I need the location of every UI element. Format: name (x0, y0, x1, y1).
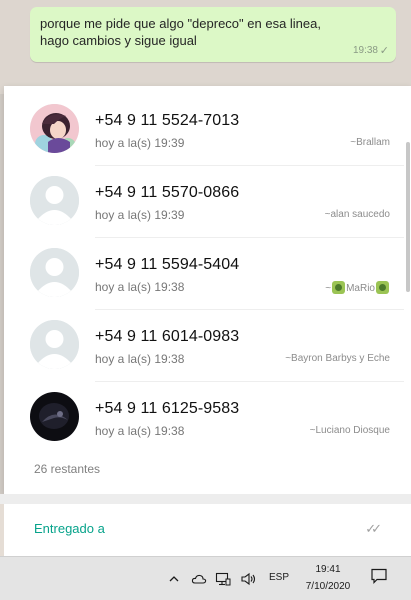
read-time: hoy a la(s) 19:39 (95, 208, 185, 222)
avatar (30, 392, 79, 441)
contact-alias: ~Bayron Barbys y Eche (285, 353, 390, 364)
double-check-icon: ✓✓ (365, 521, 382, 536)
taskbar-clock[interactable]: 19:41 7/10/2020 (300, 561, 356, 595)
volume-icon[interactable] (240, 569, 257, 589)
read-time: hoy a la(s) 19:38 (95, 424, 185, 438)
language-indicator[interactable]: ESP (269, 572, 289, 583)
remaining-count[interactable]: 26 restantes (34, 462, 100, 476)
message-text: porque me pide que algo "depreco" en esa… (40, 16, 321, 48)
scrollbar-thumb[interactable] (406, 142, 410, 292)
clover-emoji-icon (332, 281, 346, 294)
delivered-label: Entregado a (34, 521, 105, 536)
cloud-icon[interactable] (191, 569, 207, 589)
read-time: hoy a la(s) 19:38 (95, 352, 185, 366)
avatar (30, 104, 79, 153)
network-icon[interactable] (215, 569, 231, 589)
contact-alias: ~ MaRio (325, 281, 390, 294)
scrollbar[interactable] (404, 86, 411, 494)
alias-prefix: ~ (325, 283, 332, 294)
contact-alias: ~Brallam (350, 137, 390, 148)
read-time: hoy a la(s) 19:38 (95, 280, 185, 294)
default-avatar-icon (30, 320, 79, 369)
contact-row[interactable]: +54 9 11 5524-7013 hoy a la(s) 19:39 ~Br… (4, 86, 404, 166)
read-time: hoy a la(s) 19:39 (95, 136, 185, 150)
read-by-popup: +54 9 11 5524-7013 hoy a la(s) 19:39 ~Br… (4, 86, 411, 494)
message-bubble[interactable]: porque me pide que algo "depreco" en esa… (30, 7, 396, 62)
contact-phone: +54 9 11 6014-0983 (95, 328, 240, 345)
contact-phone: +54 9 11 6125-9583 (95, 400, 240, 417)
contact-alias: ~Luciano Diosque (309, 425, 390, 436)
contact-row[interactable]: +54 9 11 5570-0866 hoy a la(s) 19:39 ~al… (4, 166, 404, 238)
delivered-section[interactable]: Entregado a ✓✓ (4, 504, 411, 556)
contact-phone: +54 9 11 5524-7013 (95, 112, 240, 129)
clock-date: 7/10/2020 (305, 581, 351, 592)
default-avatar-icon (30, 176, 79, 225)
contact-alias: ~alan saucedo (324, 209, 390, 220)
taskbar: ESP 19:41 7/10/2020 (0, 556, 411, 600)
default-avatar-icon (30, 248, 79, 297)
clover-emoji-icon (376, 281, 389, 294)
clock-time: 19:41 (315, 564, 341, 575)
single-check-icon: ✓ (379, 45, 389, 57)
section-gap (0, 494, 411, 504)
message-time: 19:38 (352, 45, 378, 56)
contact-row[interactable]: +54 9 11 6014-0983 hoy a la(s) 19:38 ~Ba… (4, 310, 404, 382)
contact-phone: +54 9 11 5594-5404 (95, 256, 240, 273)
contact-row[interactable]: +54 9 11 6125-9583 hoy a la(s) 19:38 ~Lu… (4, 382, 404, 454)
contact-row[interactable]: +54 9 11 5594-5404 hoy a la(s) 19:38 ~ Ma… (4, 238, 404, 310)
chevron-up-icon[interactable] (168, 569, 180, 589)
alias-name: MaRio (346, 283, 375, 294)
contact-phone: +54 9 11 5570-0866 (95, 184, 240, 201)
notification-icon[interactable] (370, 567, 388, 590)
